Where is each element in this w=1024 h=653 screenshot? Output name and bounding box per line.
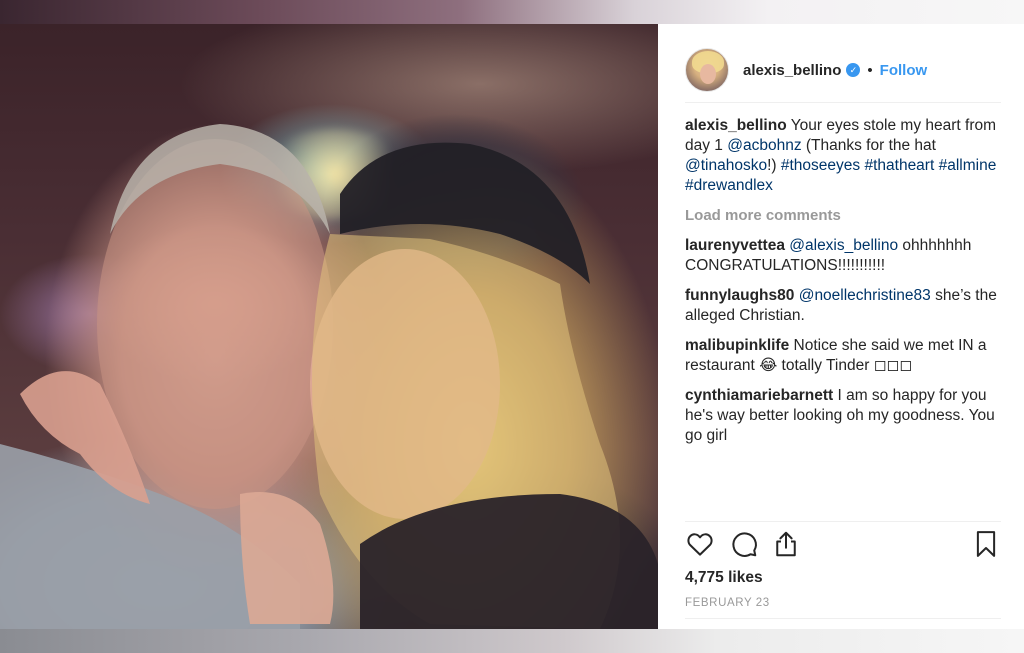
caption-mention-acbohnz[interactable]: @acbohnz bbox=[727, 137, 801, 154]
comment-username[interactable]: funnylaughs80 bbox=[685, 287, 794, 304]
actions-divider bbox=[685, 521, 1001, 522]
post-sidebar: alexis_bellino ✓ • Follow alexis_bellino… bbox=[658, 24, 1024, 629]
post-photo[interactable] bbox=[0, 24, 658, 629]
header-divider bbox=[685, 102, 1001, 103]
comment-item: cynthiamariebarnett I am so happy for yo… bbox=[685, 386, 1005, 446]
post-header: alexis_bellino ✓ • Follow bbox=[685, 38, 1001, 102]
caption-hashtag-allmine[interactable]: #allmine bbox=[939, 157, 997, 174]
comment-item: funnylaughs80 @noellechristine83 she’s t… bbox=[685, 286, 1005, 326]
post-date: FEBRUARY 23 bbox=[685, 597, 770, 609]
likes-count[interactable]: 4,775 likes bbox=[685, 569, 763, 587]
photo-figures bbox=[0, 124, 658, 629]
header-username[interactable]: alexis_bellino bbox=[743, 62, 841, 79]
comment-username[interactable]: cynthiamariebarnett bbox=[685, 387, 833, 404]
like-button[interactable] bbox=[685, 529, 715, 559]
bottom-divider bbox=[685, 618, 1001, 619]
user-avatar[interactable] bbox=[685, 48, 729, 92]
comment-item: malibupinklife Notice she said we met IN… bbox=[685, 336, 1005, 376]
verified-badge-icon: ✓ bbox=[846, 63, 861, 77]
comment-mention[interactable]: @alexis_bellino bbox=[789, 237, 898, 254]
comment-item: laurenyvettea @alexis_bellino ohhhhhhh C… bbox=[685, 236, 1005, 276]
caption-username[interactable]: alexis_bellino bbox=[685, 117, 787, 134]
follow-button[interactable]: Follow bbox=[880, 62, 928, 79]
caption-mention-tinahosko[interactable]: @tinahosko bbox=[685, 157, 767, 174]
caption-hashtag-thoseeyes[interactable]: #thoseeyes bbox=[781, 157, 860, 174]
comment-username[interactable]: malibupinklife bbox=[685, 337, 789, 354]
comment-username[interactable]: laurenyvettea bbox=[685, 237, 785, 254]
comment-bubble-icon bbox=[732, 532, 757, 557]
caption: alexis_bellino Your eyes stole my heart … bbox=[685, 116, 1005, 196]
bookmark-icon bbox=[976, 531, 996, 557]
share-icon bbox=[776, 531, 796, 557]
caption-hashtag-drewandlex[interactable]: #drewandlex bbox=[685, 177, 773, 194]
caption-hashtag-thatheart[interactable]: #thatheart bbox=[864, 157, 934, 174]
top-blur-strip bbox=[0, 0, 1024, 24]
load-more-comments-button[interactable]: Load more comments bbox=[685, 206, 1005, 226]
bottom-blur-strip bbox=[0, 629, 1024, 653]
comment-mention[interactable]: @noellechristine83 bbox=[799, 287, 931, 304]
heart-icon bbox=[687, 533, 713, 556]
comments-section: alexis_bellino Your eyes stole my heart … bbox=[685, 116, 1005, 456]
comment-button[interactable] bbox=[729, 529, 759, 559]
post-actions bbox=[685, 529, 1001, 565]
save-button[interactable] bbox=[971, 529, 1001, 559]
caption-text-2: (Thanks for the hat bbox=[801, 137, 936, 154]
separator-dot: • bbox=[867, 61, 873, 79]
caption-text-3: !) bbox=[767, 157, 781, 174]
share-button[interactable] bbox=[771, 529, 801, 559]
